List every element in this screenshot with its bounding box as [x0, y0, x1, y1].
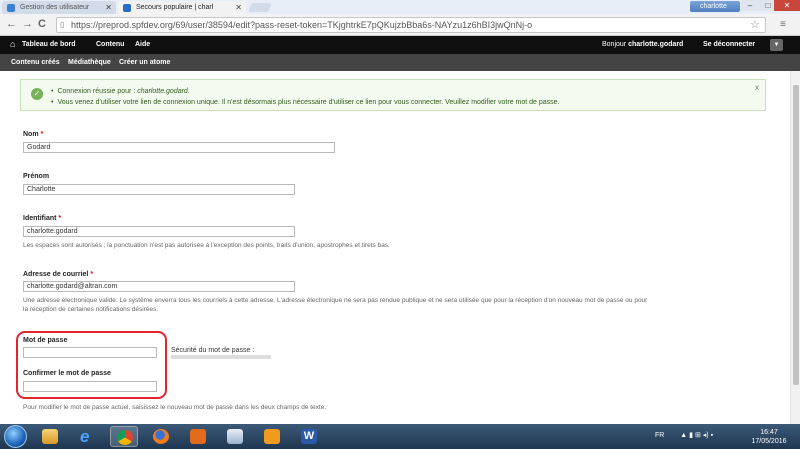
- shortcut-create-atom[interactable]: Créer un atome: [119, 59, 170, 66]
- logout-link[interactable]: Se déconnecter: [703, 41, 755, 48]
- media-player-icon: [190, 429, 206, 444]
- minimize-button[interactable]: –: [741, 0, 759, 11]
- password-confirm-label: Confirmer le mot de passe: [23, 370, 111, 377]
- status-message-list: Connexion réussie pour : charlotte.godar…: [51, 86, 560, 108]
- tab-title: Secours populaire | charl: [136, 4, 214, 11]
- system-tool-icon: [227, 429, 243, 444]
- identifiant-field[interactable]: charlotte.godard: [23, 226, 295, 237]
- password-help: Pour modifier le mot de passe actuel, sa…: [23, 404, 327, 411]
- status-message-line: Vous venez d'utiliser votre lien de conn…: [51, 97, 559, 108]
- reload-icon[interactable]: C: [38, 18, 46, 30]
- taskbar-explorer[interactable]: [36, 426, 64, 447]
- toolbar-username[interactable]: charlotte.godard: [628, 41, 683, 48]
- login-success-user: charlotte.godard.: [137, 88, 190, 95]
- shortcut-content-created[interactable]: Contenu créés: [11, 59, 60, 66]
- drupal-favicon-icon: [7, 4, 15, 12]
- url-input[interactable]: ▯ https://preprod.spfdev.org/69/user/385…: [56, 17, 766, 33]
- login-success-text: Connexion réussie pour :: [57, 88, 136, 95]
- password-confirm-field[interactable]: [23, 381, 157, 392]
- close-message-icon[interactable]: x: [755, 83, 759, 92]
- password-label: Mot de passe: [23, 337, 68, 344]
- tab-close-icon[interactable]: ✕: [235, 1, 242, 14]
- browser-tab-strip: Gestion des utilisateur ✕ Secours popula…: [0, 0, 800, 14]
- back-arrow-icon[interactable]: ←: [6, 18, 17, 30]
- new-tab-button[interactable]: [248, 3, 272, 12]
- email-label: Adresse de courriel *: [23, 271, 93, 278]
- clock[interactable]: 16:47 17/05/2016: [748, 428, 790, 446]
- tab-close-icon[interactable]: ✕: [105, 1, 112, 14]
- internet-explorer-icon: e: [80, 427, 90, 446]
- forward-arrow-icon[interactable]: →: [22, 18, 33, 30]
- password-field[interactable]: [23, 347, 157, 358]
- password-strength-bar: [171, 355, 271, 359]
- browser-tab-gestion[interactable]: Gestion des utilisateur ✕: [2, 1, 116, 14]
- page-info-icon[interactable]: ▯: [60, 18, 64, 32]
- url-text: https://preprod.spfdev.org/69/user/38594…: [71, 20, 533, 30]
- email-field[interactable]: charlotte.godard@altran.com: [23, 281, 295, 292]
- admin-toolbar: ⌂ Tableau de bord Contenu Aide Bonjour c…: [0, 36, 800, 54]
- taskbar-tool[interactable]: [221, 426, 249, 447]
- drupal-favicon-icon: [123, 4, 131, 12]
- prenom-label: Prénom: [23, 173, 50, 180]
- nom-label-text: Nom: [23, 131, 39, 138]
- taskbar-chrome[interactable]: [110, 426, 138, 447]
- prenom-field[interactable]: Charlotte: [23, 184, 295, 195]
- identifiant-label: Identifiant *: [23, 215, 61, 222]
- toolbar-item-content[interactable]: Contenu: [96, 41, 124, 48]
- browser-tab-secours[interactable]: Secours populaire | charl ✕: [118, 1, 246, 14]
- user-edit-page: ✓ Connexion réussie pour : charlotte.god…: [0, 71, 790, 424]
- toolbar-item-dashboard[interactable]: Tableau de bord: [22, 41, 76, 48]
- success-check-icon: ✓: [31, 88, 43, 100]
- chrome-icon: [117, 430, 133, 445]
- page-scrollbar[interactable]: [790, 71, 800, 424]
- toolbar-drawer-toggle[interactable]: ▼: [770, 39, 783, 51]
- email-label-text: Adresse de courriel: [23, 271, 89, 278]
- status-message-line: Connexion réussie pour : charlotte.godar…: [51, 86, 560, 97]
- taskbar-outlook[interactable]: [258, 426, 286, 447]
- chrome-profile-button[interactable]: charlotte: [690, 1, 740, 12]
- bookmark-star-icon[interactable]: ☆: [750, 18, 760, 31]
- tab-title: Gestion des utilisateur: [20, 4, 90, 11]
- email-help-line2: la réception de certaines notifications …: [23, 306, 159, 313]
- outlook-icon: [264, 429, 280, 444]
- start-button[interactable]: [4, 425, 27, 448]
- word-icon: W: [301, 429, 317, 444]
- identifiant-help: Les espaces sont autorisés ; la ponctuat…: [23, 242, 390, 249]
- shortcut-media-library[interactable]: Médiathèque: [68, 59, 111, 66]
- scrollbar-thumb[interactable]: [793, 85, 799, 385]
- taskbar-firefox[interactable]: [147, 426, 175, 447]
- required-marker: *: [40, 131, 44, 138]
- firefox-icon: [153, 429, 169, 444]
- identifiant-label-text: Identifiant: [23, 215, 57, 222]
- language-indicator[interactable]: FR: [655, 432, 664, 439]
- toolbar-item-help[interactable]: Aide: [135, 41, 150, 48]
- taskbar-internet-explorer[interactable]: e: [73, 426, 101, 447]
- email-help-line1: Une adresse électronique valide. Le syst…: [23, 297, 648, 304]
- status-message: ✓ Connexion réussie pour : charlotte.god…: [20, 79, 766, 111]
- taskbar-word[interactable]: W: [295, 426, 323, 447]
- shortcuts-bar: Contenu créés Médiathèque Créer un atome: [0, 54, 800, 71]
- system-tray: FR ▲ ▮ ⊞ ◂) ▪: [655, 431, 713, 439]
- tray-icons[interactable]: ▲ ▮ ⊞ ◂) ▪: [680, 432, 713, 439]
- clock-time: 16:47: [760, 429, 778, 436]
- nom-field[interactable]: Godard: [23, 142, 335, 153]
- required-marker: *: [90, 271, 94, 278]
- address-bar-row: ← → C ▯ https://preprod.spfdev.org/69/us…: [0, 14, 800, 36]
- greeting-text: Bonjour: [602, 41, 627, 48]
- chrome-menu-icon[interactable]: ≡: [780, 19, 786, 30]
- windows-taskbar: e W FR ▲ ▮ ⊞ ◂) ▪ 16:47 17/05/2016: [0, 424, 800, 449]
- nom-label: Nom *: [23, 131, 43, 138]
- home-icon[interactable]: ⌂: [10, 39, 15, 49]
- clock-date: 17/05/2016: [751, 438, 787, 445]
- password-strength-label: Sécurité du mot de passe :: [171, 347, 255, 354]
- toolbar-greeting: Bonjour charlotte.godard: [602, 41, 683, 48]
- folder-icon: [42, 429, 58, 444]
- close-window-button[interactable]: ✕: [774, 0, 800, 11]
- taskbar-media[interactable]: [184, 426, 212, 447]
- required-marker: *: [58, 215, 62, 222]
